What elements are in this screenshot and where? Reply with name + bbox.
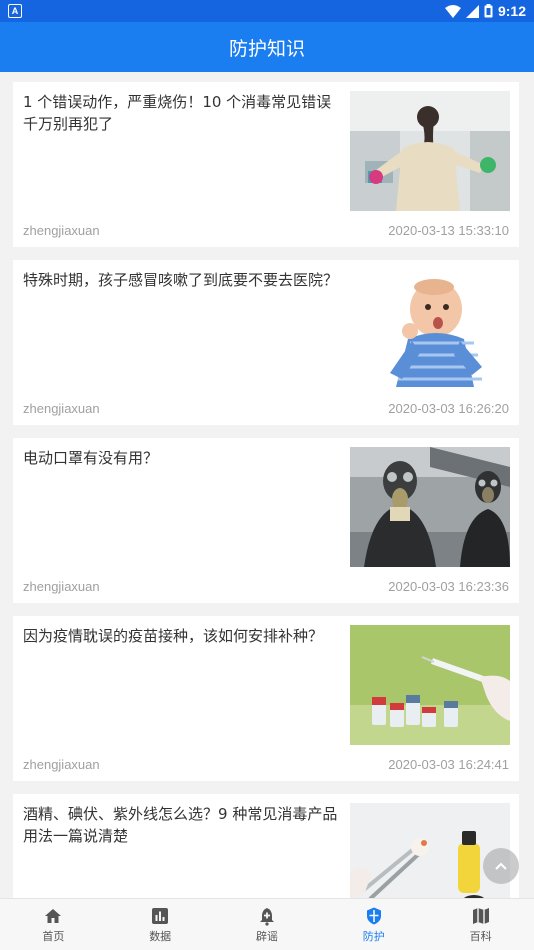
article-thumbnail: [350, 269, 510, 389]
article-thumbnail: [350, 803, 510, 898]
tab-protection[interactable]: 防护: [320, 899, 427, 950]
clock: 9:12: [497, 3, 526, 19]
tab-label: 辟谣: [255, 929, 278, 943]
article-date: 2020-03-03 16:23:36: [388, 579, 509, 594]
status-icons: 9:12: [444, 3, 526, 19]
article-thumbnail: [350, 91, 510, 211]
tab-encyclopedia[interactable]: 百科: [427, 899, 534, 950]
tab-label: 数据: [149, 929, 172, 943]
rumor-icon: [259, 907, 274, 926]
notification-icon: A: [8, 4, 22, 18]
article-title: 因为疫情耽误的疫苗接种，该如何安排补种？: [23, 627, 324, 645]
article-title: 特殊时期，孩子感冒咳嗽了到底要不要去医院？: [23, 271, 339, 289]
article-card[interactable]: 1 个错误动作，严重烧伤！10 个消毒常见错误千万别再犯了 zhengjiaxu…: [13, 82, 519, 247]
article-title: 电动口罩有没有用？: [23, 449, 159, 467]
article-card[interactable]: 因为疫情耽误的疫苗接种，该如何安排补种？ zhengjiaxuan 2020-0…: [13, 616, 519, 781]
article-feed[interactable]: 1 个错误动作，严重烧伤！10 个消毒常见错误千万别再犯了 zhengjiaxu…: [0, 72, 534, 898]
shield-icon: [366, 907, 381, 924]
tab-data[interactable]: 数据: [107, 899, 214, 950]
article-author: zhengjiaxuan: [23, 579, 100, 594]
tab-label: 首页: [42, 929, 65, 943]
page-title: 防护知识: [228, 37, 305, 60]
tab-label: 防护: [362, 929, 385, 943]
article-date: 2020-03-03 16:24:41: [388, 757, 509, 772]
article-date: 2020-03-13 15:33:10: [388, 223, 509, 238]
article-thumbnail: [350, 625, 510, 745]
article-card[interactable]: 酒精、碘伏、紫外线怎么选？9 种常见消毒产品用法一篇说清楚: [13, 794, 519, 898]
signal-icon: [465, 4, 479, 18]
status-bar: A 9:12: [0, 0, 534, 22]
home-icon: [45, 908, 62, 923]
article-author: zhengjiaxuan: [23, 223, 100, 238]
tab-label: 百科: [469, 929, 492, 943]
battery-icon: [484, 4, 493, 18]
wifi-icon: [444, 4, 461, 18]
article-title: 酒精、碘伏、紫外线怎么选？9 种常见消毒产品用法一篇说清楚: [23, 805, 338, 845]
app-bar: 防护知识: [0, 22, 534, 72]
article-author: zhengjiaxuan: [23, 401, 100, 416]
scroll-to-top-button[interactable]: [483, 848, 519, 884]
chart-icon: [152, 907, 169, 924]
article-card[interactable]: 特殊时期，孩子感冒咳嗽了到底要不要去医院？ zhengjiaxuan 2020-…: [13, 260, 519, 425]
tab-rumor[interactable]: 辟谣: [214, 899, 321, 950]
article-thumbnail: [350, 447, 510, 567]
article-date: 2020-03-03 16:26:20: [388, 401, 509, 416]
article-title: 1 个错误动作，严重烧伤！10 个消毒常见错误千万别再犯了: [23, 93, 332, 133]
bottom-tab-bar: 首页 数据 辟谣 防护 百科: [0, 898, 534, 950]
article-card[interactable]: 电动口罩有没有用？ zhengjiaxuan 2020-03-03 16:23:…: [13, 438, 519, 603]
article-author: zhengjiaxuan: [23, 757, 100, 772]
chevron-up-icon: [495, 862, 507, 870]
tab-home[interactable]: 首页: [0, 899, 107, 950]
map-icon: [472, 907, 489, 924]
